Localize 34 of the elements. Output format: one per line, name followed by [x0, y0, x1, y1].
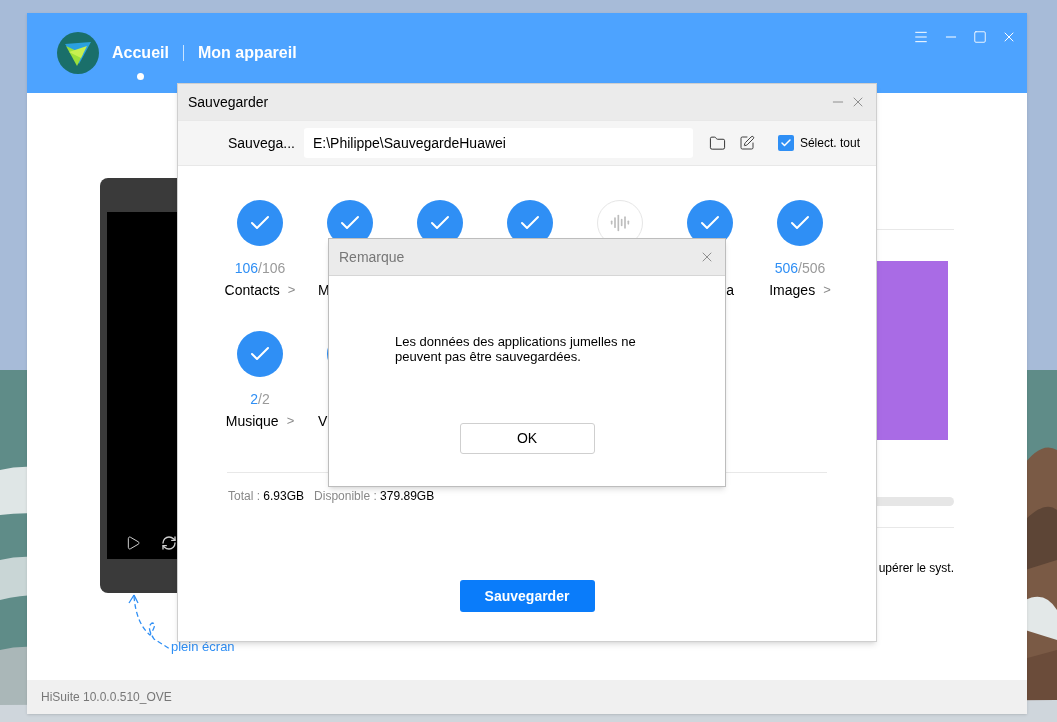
item-count: 506/506 [774, 260, 826, 276]
edit-icon[interactable] [738, 135, 755, 151]
dialog-title: Remarque [339, 247, 405, 267]
hint-text: plein écran [171, 639, 235, 654]
menu-icon[interactable] [913, 29, 929, 45]
option-text: upérer le syst. [878, 561, 954, 575]
available-text: Disponible : 379.89GB [314, 488, 435, 505]
category-label[interactable]: Musique [225, 413, 279, 429]
path-label: Sauvega... [228, 133, 295, 153]
chevron-text[interactable]: > [823, 282, 831, 298]
category-label[interactable]: V [318, 413, 328, 429]
category-label[interactable]: Contacts [224, 282, 280, 298]
play-icon[interactable] [125, 535, 141, 551]
item-count: 106/106 [234, 260, 286, 276]
item-count: 2/2 [250, 391, 270, 407]
check-icon [779, 137, 792, 149]
notice-message: Les données des applications jumelles ne peuvent pas être sauvegardées. [395, 334, 637, 364]
select-all-label[interactable]: Sélect. tout [799, 134, 860, 152]
waveform-icon [610, 213, 630, 233]
ok-button[interactable]: OK [459, 423, 595, 454]
category-label[interactable]: Images [769, 282, 816, 298]
save-button[interactable]: Sauvegarder [459, 580, 595, 612]
rotate-icon[interactable] [161, 535, 177, 551]
path-field[interactable]: E:\Philippe\SauvegardeHuawei [303, 128, 693, 158]
logo-icon [57, 32, 99, 74]
total-text: Total : 6.93GB [228, 488, 305, 505]
chevron-text[interactable]: > [287, 282, 296, 298]
category-label[interactable]: a [726, 282, 734, 298]
version-text: HiSuite 10.0.0.510_OVE [41, 689, 172, 706]
chevron-text[interactable]: > [286, 413, 295, 429]
maximize-icon[interactable] [973, 30, 987, 44]
select-all-checkbox[interactable] [777, 135, 794, 151]
dialog-title: Sauvegarder [188, 92, 269, 112]
folder-icon[interactable] [708, 134, 726, 152]
